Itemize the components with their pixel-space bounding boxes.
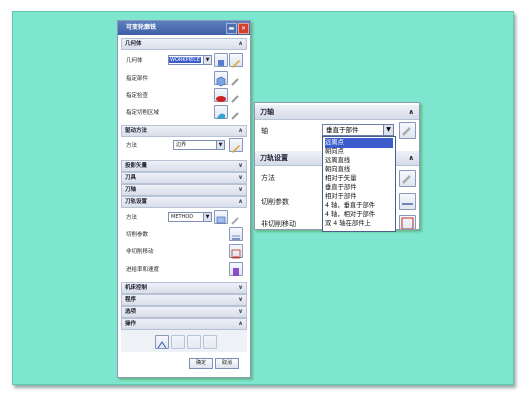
edit-wrench-icon[interactable] <box>399 122 416 139</box>
axis-select[interactable]: 垂直于部件 ▼ <box>322 124 394 136</box>
axis-dropdown-list: 远离点 朝向点 远离直线 朝向直线 相对于矢量 垂直于部件 相对于部件 4 轴，… <box>322 136 396 232</box>
chevron-down-icon: ▼ <box>383 125 393 135</box>
part-cube-icon[interactable] <box>214 71 228 87</box>
list-icon[interactable] <box>203 335 217 349</box>
geometry-label: 几何体 <box>126 58 143 64</box>
chevron-down-icon: ∨ <box>238 308 243 315</box>
section-geometry[interactable]: 几何体 ∧ <box>121 38 247 50</box>
section-toolpath-settings[interactable]: 刀轨设置 ∧ <box>121 196 247 208</box>
section-projection-vector[interactable]: 投影矢量 ∨ <box>121 160 247 172</box>
feeds-speeds-label: 进给率和速度 <box>126 267 160 273</box>
minimize-icon[interactable]: ▬ <box>226 23 237 34</box>
cut-params-icon[interactable] <box>399 193 416 210</box>
section-program[interactable]: 程序 ∨ <box>121 294 247 306</box>
edit-wrench-icon[interactable] <box>229 210 243 225</box>
toolpath-method-label: 方法 <box>126 215 138 221</box>
section-tool-axis[interactable]: 刀轴 ∨ <box>121 184 247 196</box>
generate-toolpath-icon[interactable] <box>155 335 169 349</box>
edit-wrench-icon[interactable] <box>229 138 243 153</box>
chevron-down-icon: ▼ <box>216 141 224 149</box>
feeds-speeds-icon[interactable] <box>229 262 243 276</box>
edit-wrench-icon[interactable] <box>229 53 243 68</box>
non-cut-moves-icon[interactable] <box>399 215 416 229</box>
part-label: 指定部件 <box>126 76 149 82</box>
dialog-title: 可变轮廓铣 <box>126 24 157 31</box>
display-flashlight-icon[interactable] <box>229 71 243 86</box>
cut-params-label: 切削参数 <box>126 232 149 238</box>
chevron-down-icon: ∨ <box>238 296 243 303</box>
non-cut-moves-label: 非切削移动 <box>126 249 154 255</box>
drive-method-select[interactable]: 边界 ▼ <box>173 140 225 150</box>
display-geometry-icon[interactable] <box>214 53 228 67</box>
non-cut-moves-icon[interactable] <box>229 244 243 259</box>
dialog-titlebar: 可变轮廓铣 ▬ ✕ <box>118 21 250 35</box>
ok-button[interactable]: 确定 <box>189 358 213 369</box>
section-tool[interactable]: 刀具 ∨ <box>121 172 247 184</box>
chevron-up-icon: ∧ <box>408 154 414 162</box>
drive-method-label: 方法 <box>126 143 138 149</box>
check-label: 指定检查 <box>126 93 149 99</box>
display-flashlight-icon[interactable] <box>229 105 243 120</box>
chevron-down-icon: ∨ <box>238 284 243 291</box>
chevron-down-icon: ▼ <box>203 213 211 221</box>
axis-option[interactable]: 双 4 轴在部件上 <box>325 219 393 229</box>
new-method-icon[interactable] <box>214 210 228 224</box>
verify-icon[interactable] <box>187 335 201 349</box>
geometry-select[interactable]: WORKPIECE ▼ <box>168 55 212 65</box>
chevron-up-icon: ∧ <box>238 320 243 327</box>
chevron-down-icon: ∨ <box>238 174 243 181</box>
chevron-down-icon: ∨ <box>238 162 243 169</box>
close-icon[interactable]: ✕ <box>238 23 249 34</box>
check-geometry-icon[interactable] <box>214 88 228 102</box>
actions-toolbar <box>121 330 247 352</box>
edit-wrench-icon[interactable] <box>399 170 416 187</box>
replay-icon[interactable] <box>171 335 185 349</box>
cut-params-icon[interactable] <box>229 227 243 241</box>
cut-params-label: 切削参数 <box>261 198 289 206</box>
variable-contour-dialog: 可变轮廓铣 ▬ ✕ 几何体 ∧ 几何体 WORKPIECE ▼ 指定部件 指定检查 … <box>117 20 251 378</box>
cut-area-icon[interactable] <box>214 105 228 119</box>
method-label: 方法 <box>261 174 275 182</box>
section-options[interactable]: 选项 ∨ <box>121 306 247 318</box>
section-actions[interactable]: 操作 ∧ <box>121 318 247 330</box>
chevron-up-icon: ∧ <box>408 108 414 116</box>
chevron-up-icon: ∧ <box>238 40 243 47</box>
toolpath-method-select[interactable]: METHOD ▼ <box>168 212 212 222</box>
chevron-up-icon: ∧ <box>238 127 243 134</box>
section-drive-method[interactable]: 驱动方法 ∧ <box>121 125 247 137</box>
chevron-down-icon: ∨ <box>238 186 243 193</box>
chevron-up-icon: ∧ <box>238 198 243 205</box>
chevron-down-icon: ▼ <box>203 56 211 64</box>
display-flashlight-icon[interactable] <box>229 88 243 103</box>
axis-label: 轴 <box>261 127 268 135</box>
section-tool-axis-zoom[interactable]: 刀轴 ∧ <box>255 105 419 120</box>
cut-area-label: 指定切削区域 <box>126 110 160 116</box>
non-cut-moves-label: 非切削移动 <box>261 220 296 228</box>
cancel-button[interactable]: 取消 <box>215 358 239 369</box>
section-machine-control[interactable]: 机床控制 ∨ <box>121 282 247 294</box>
